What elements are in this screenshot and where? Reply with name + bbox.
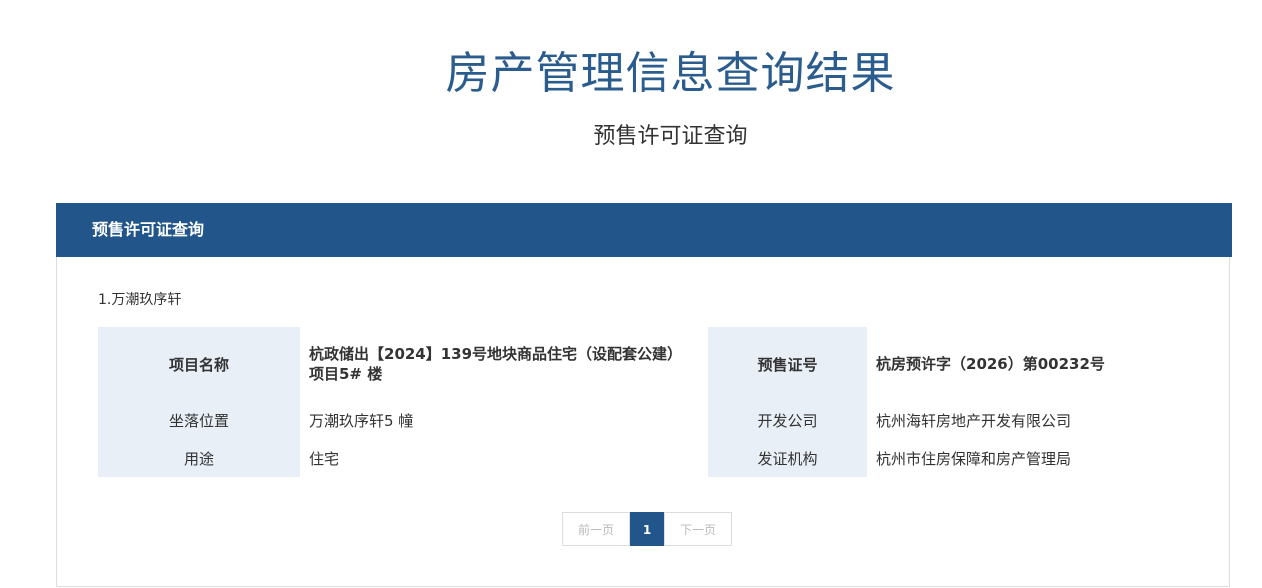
usage-value: 住宅 [309,449,340,468]
next-page-button[interactable]: 下一页 [664,512,732,546]
presale-no-label: 预售证号 [708,327,867,401]
table-row: 坐落位置 万潮玖序轩5 幢 开发公司 杭州海轩房地产开发有限公司 [98,401,1195,439]
result-item-title: 1.万潮玖序轩 [98,292,182,308]
developer-label: 开发公司 [708,401,867,439]
location-label: 坐落位置 [98,401,300,439]
issuer-label: 发证机构 [708,439,867,477]
table-row: 用途 住宅 发证机构 杭州市住房保障和房产管理局 [98,439,1195,477]
issuer-value: 杭州市住房保障和房产管理局 [876,449,1072,468]
table-row: 项目名称 杭政储出【2024】139号地块商品住宅（设配套公建）项目5# 楼 预… [98,327,1195,401]
developer-value: 杭州海轩房地产开发有限公司 [876,411,1072,430]
page-1-button[interactable]: 1 [630,512,664,546]
page-title: 房产管理信息查询结果 [445,48,896,99]
project-name-value: 杭政储出【2024】139号地块商品住宅（设配套公建）项目5# 楼 [300,327,708,401]
result-panel: 预售许可证查询 1.万潮玖序轩 项目名称 杭政储出【2024】139号地块商品住… [56,203,1232,587]
project-name-label: 项目名称 [98,327,300,401]
presale-no-value: 杭房预许字（2026）第00232号 [876,355,1105,373]
location-value: 万潮玖序轩5 幢 [309,411,414,430]
project-name-text: 杭政储出【2024】139号地块商品住宅（设配套公建）项目5# 楼 [309,345,675,383]
pagination: 前一页 1 下一页 [562,512,732,546]
usage-label: 用途 [98,439,300,477]
page-subtitle: 预售许可证查询 [593,124,748,149]
panel-header: 预售许可证查询 [56,203,1232,257]
info-table: 项目名称 杭政储出【2024】139号地块商品住宅（设配套公建）项目5# 楼 预… [98,327,1195,477]
prev-page-button[interactable]: 前一页 [562,512,630,546]
